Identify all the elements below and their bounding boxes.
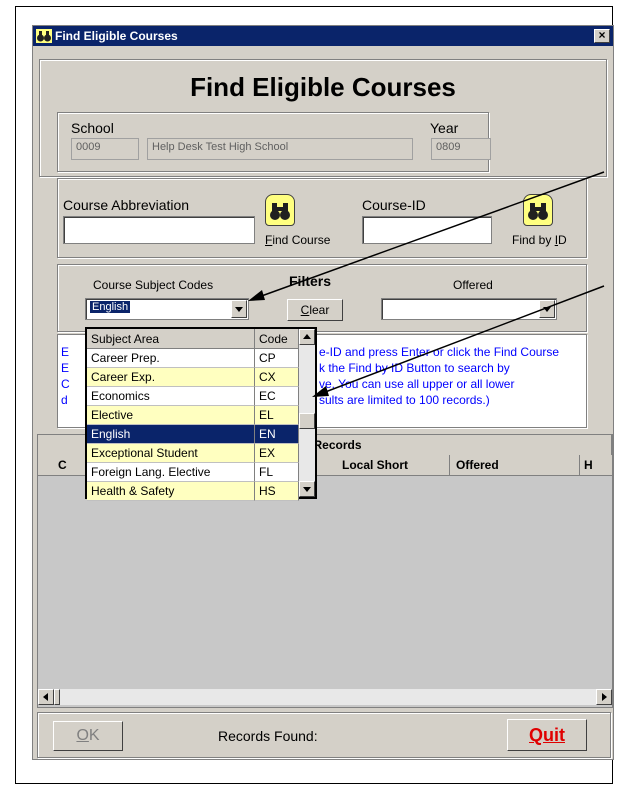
dropdown-vertical-scrollbar[interactable]	[299, 329, 315, 497]
records-header-label: Records	[313, 438, 362, 452]
clear-button[interactable]: Clear	[287, 299, 343, 321]
subject-code-dropdown-button[interactable]	[231, 300, 247, 318]
horizontal-scrollbar[interactable]	[38, 689, 612, 705]
dropdown-cell-code: EN	[255, 425, 299, 444]
course-subject-codes-label: Course Subject Codes	[93, 278, 214, 292]
scroll-right-button[interactable]	[596, 689, 612, 705]
dropdown-row[interactable]: Elective EL	[87, 406, 299, 425]
scroll-left-button[interactable]	[38, 689, 54, 705]
year-label: Year	[430, 120, 459, 136]
subject-code-selected: English	[90, 301, 131, 313]
offered-select[interactable]	[381, 298, 557, 320]
dropdown-header-subject-area[interactable]: Subject Area	[87, 329, 255, 349]
dropdown-row[interactable]: Career Exp. CX	[87, 368, 299, 387]
course-id-label: Course-ID	[362, 197, 426, 213]
page-title: Find Eligible Courses	[190, 72, 456, 102]
school-name-field: Help Desk Test High School	[147, 138, 413, 160]
find-eligible-courses-window: Find Eligible Courses × Find Eligible Co…	[32, 25, 614, 760]
find-course-label: ind Course	[272, 233, 331, 247]
close-icon: ×	[598, 28, 606, 42]
dropdown-cell-code: EC	[255, 387, 299, 406]
course-abbreviation-label: Course Abbreviation	[63, 197, 190, 213]
dropdown-cell-subject: Career Prep.	[87, 349, 255, 368]
dropdown-cell-code: HS	[255, 482, 299, 501]
school-label: School	[71, 120, 114, 136]
ok-button[interactable]: OK	[53, 721, 123, 751]
records-found-label: Records Found:	[218, 728, 318, 744]
course-abbreviation-input[interactable]	[63, 216, 255, 244]
find-by-id-label-rest: D	[558, 233, 567, 247]
scroll-thumb[interactable]	[54, 689, 60, 705]
dropdown-cell-subject: Health & Safety	[87, 482, 255, 501]
dropdown-row[interactable]: Economics EC	[87, 387, 299, 406]
scroll-down-button[interactable]	[299, 481, 315, 497]
dropdown-cell-subject: Career Exp.	[87, 368, 255, 387]
column-header-h[interactable]: H	[580, 455, 612, 475]
dropdown-cell-subject: Foreign Lang. Elective	[87, 463, 255, 482]
instruction-line-3-left: C	[61, 377, 70, 391]
window-title: Find Eligible Courses	[55, 29, 178, 43]
dropdown-scroll-thumb[interactable]	[299, 413, 315, 429]
dropdown-cell-subject: English	[87, 425, 255, 444]
dropdown-row[interactable]: English EN	[87, 425, 299, 444]
dropdown-cell-code: CP	[255, 349, 299, 368]
ok-accesskey: O	[76, 727, 89, 744]
column-header-local-short[interactable]: Local Short	[314, 455, 450, 475]
dropdown-row[interactable]: Exceptional Student EX	[87, 444, 299, 463]
column-header-offered[interactable]: Offered	[450, 455, 580, 475]
dropdown-row[interactable]: Health & Safety HS	[87, 482, 299, 501]
dropdown-header-code[interactable]: Code	[255, 329, 299, 349]
binoculars-icon	[36, 29, 52, 43]
find-by-id-binoculars-icon[interactable]	[523, 194, 553, 226]
instruction-line-4-right: sults are limited to 100 records.)	[319, 393, 490, 407]
offered-dropdown-button[interactable]	[539, 300, 555, 318]
offered-label: Offered	[453, 278, 493, 292]
quit-button[interactable]: Quit	[507, 719, 587, 751]
dropdown-cell-subject: Economics	[87, 387, 255, 406]
instruction-line-3-right: ve. You can use all upper or all lower	[319, 377, 515, 391]
instruction-line-4-left: d	[61, 393, 68, 407]
find-course-binoculars-icon[interactable]	[265, 194, 295, 226]
title-bar[interactable]: Find Eligible Courses ×	[33, 26, 613, 46]
school-code-field: 0009	[71, 138, 139, 160]
dropdown-cell-code: EX	[255, 444, 299, 463]
dropdown-row[interactable]: Foreign Lang. Elective FL	[87, 463, 299, 482]
dropdown-cell-code: EL	[255, 406, 299, 425]
subject-code-select[interactable]: English	[85, 298, 249, 320]
dropdown-row[interactable]: Career Prep. CP	[87, 349, 299, 368]
instruction-line-2-right: k the Find by ID Button to search by	[319, 361, 510, 375]
instruction-line-1-left: E	[61, 345, 70, 359]
close-window-button[interactable]: ×	[594, 29, 610, 43]
dropdown-cell-code: CX	[255, 368, 299, 387]
clear-label: lear	[309, 303, 330, 317]
course-id-input[interactable]	[362, 216, 492, 244]
year-field: 0809	[431, 138, 491, 160]
find-by-id-button[interactable]: Find by ID	[512, 233, 567, 247]
dropdown-header-row: Subject Area Code	[87, 329, 299, 349]
instruction-line-2-left: E	[61, 361, 70, 375]
dropdown-cell-code: FL	[255, 463, 299, 482]
find-course-button[interactable]: Find Course	[265, 233, 330, 247]
instruction-line-1-right: e-ID and press Enter or click the Find C…	[319, 345, 560, 359]
scroll-up-button[interactable]	[299, 329, 315, 345]
dropdown-cell-subject: Elective	[87, 406, 255, 425]
ok-label: K	[88, 727, 100, 744]
find-by-id-label: Find by	[512, 233, 555, 247]
subject-code-dropdown-list[interactable]: Subject Area Code Career Prep. CP Career E…	[85, 327, 317, 501]
filters-title: Filters	[289, 273, 332, 289]
dropdown-cell-subject: Exceptional Student	[87, 444, 255, 463]
quit-label: Quit	[529, 725, 565, 745]
